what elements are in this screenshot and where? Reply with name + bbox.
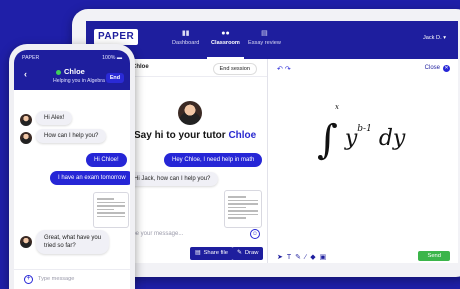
draw-label: Draw (244, 250, 259, 256)
user-name: Jack D. (422, 35, 442, 41)
message-input[interactable]: Type message (38, 276, 74, 282)
phone-chat-header: PAPER 100% ▬ ‹ Chloe Helping you in Alge… (14, 50, 130, 90)
contact-subtitle: Helping you in Algebra (53, 78, 105, 84)
whiteboard-panel[interactable]: ↶↷ Close ✕ ∫ x 1 yb-1 dy ➤T✎∕◆▣ Send (269, 59, 458, 263)
equation-exponent: b-1 (357, 124, 372, 134)
back-arrow-icon[interactable]: ‹ (24, 69, 27, 79)
file-icon: ▤ (195, 250, 201, 256)
user-menu[interactable]: Jack D. ▾ (423, 35, 446, 41)
tab-essay-review[interactable]: ▤ Essay review (248, 30, 281, 46)
message-input[interactable]: Type your message... (126, 231, 246, 237)
document-icon: ▤ (261, 30, 268, 37)
carrier-label: PAPER (22, 55, 40, 61)
tutor-avatar (20, 236, 32, 248)
greeting-text: Say hi to your tutor (134, 130, 226, 141)
end-session-button[interactable]: End session (212, 63, 257, 75)
message-bubble-outgoing: Hey Chloe, I need help in math (164, 153, 263, 167)
share-file-label: Share file (203, 250, 228, 256)
shared-document-thumbnail[interactable] (224, 190, 262, 228)
share-file-button[interactable]: ▤ Share file (190, 247, 233, 260)
message-bubble-incoming: How can I help you? (36, 129, 107, 143)
text-tool-icon[interactable]: T (287, 254, 295, 261)
message-bubble-outgoing: Hi Chloe! (86, 153, 127, 167)
send-drawing-button[interactable]: Send (418, 251, 450, 261)
tab-essay-review-label: Essay review (248, 40, 281, 46)
battery-icon: ▬ (116, 55, 122, 61)
phone-input-bar: + Type message (14, 269, 130, 289)
pencil-icon: ✎ (237, 250, 242, 256)
handwritten-equation: ∫ x 1 yb-1 dy (317, 103, 406, 163)
message-line: tried so far? (44, 243, 76, 250)
battery-label: 100% (102, 55, 116, 61)
chevron-down-icon: ▾ (443, 35, 446, 41)
phone-screen: PAPER 100% ▬ ‹ Chloe Helping you in Alge… (14, 50, 130, 289)
equation-base: y (344, 126, 358, 151)
drawing-toolbar[interactable]: ➤T✎∕◆▣ (277, 253, 330, 261)
tutor-avatar (178, 101, 202, 125)
eraser-icon[interactable]: ◆ (310, 254, 319, 261)
chart-icon: ▮▮ (181, 30, 190, 37)
tutor-name: Chloe (228, 130, 257, 141)
people-icon: ●● (221, 30, 230, 37)
pen-icon[interactable]: ✎ (295, 254, 305, 261)
equation-differential: dy (378, 126, 406, 151)
tutor-avatar (20, 114, 32, 126)
close-whiteboard-button[interactable]: Close ✕ (425, 65, 450, 72)
tablet-screen: PAPER ▮▮ Dashboard ●● Classroom ▤ Essay … (86, 21, 458, 263)
message-bubble-incoming: Hi Alex! (36, 111, 73, 125)
tab-classroom-label: Classroom (211, 40, 240, 46)
tab-dashboard-label: Dashboard (172, 40, 200, 46)
shared-document-thumbnail[interactable] (93, 192, 129, 228)
integral-upper-limit: x (335, 103, 339, 111)
add-attachment-icon[interactable]: + (24, 275, 33, 284)
pointer-icon[interactable]: ➤ (277, 254, 287, 261)
undo-redo-icons[interactable]: ↶↷ (277, 65, 293, 73)
phone-device: PAPER 100% ▬ ‹ Chloe Helping you in Alge… (9, 44, 135, 289)
contact-name: Chloe (64, 67, 85, 76)
emoji-icon[interactable]: ☺ (250, 229, 260, 239)
tab-dashboard[interactable]: ▮▮ Dashboard (172, 30, 199, 46)
top-navigation: PAPER ▮▮ Dashboard ●● Classroom ▤ Essay … (86, 21, 458, 59)
close-icon: ✕ (443, 65, 450, 72)
integral-lower-limit: 1 (325, 145, 330, 153)
message-bubble-outgoing: I have an exam tomorrow (50, 171, 130, 185)
paper-logo[interactable]: PAPER (94, 29, 139, 45)
image-icon[interactable]: ▣ (320, 254, 331, 261)
tab-classroom[interactable]: ●● Classroom (207, 30, 244, 59)
message-bubble-incoming: Great, what have you tried so far? (36, 230, 110, 255)
message-bubble-incoming: Hi Jack, how can I help you? (126, 172, 219, 186)
draw-button[interactable]: ✎ Draw (232, 247, 264, 260)
tutor-avatar (20, 132, 32, 144)
integral-sign: ∫ (317, 117, 338, 163)
message-line: Great, what have you (44, 235, 102, 241)
tutor-greeting: Say hi to your tutor Chloe (134, 130, 256, 141)
battery-status: 100% ▬ (102, 55, 122, 61)
end-chat-button[interactable]: End (105, 73, 124, 83)
close-label: Close (424, 65, 440, 71)
online-status-dot (56, 70, 61, 75)
